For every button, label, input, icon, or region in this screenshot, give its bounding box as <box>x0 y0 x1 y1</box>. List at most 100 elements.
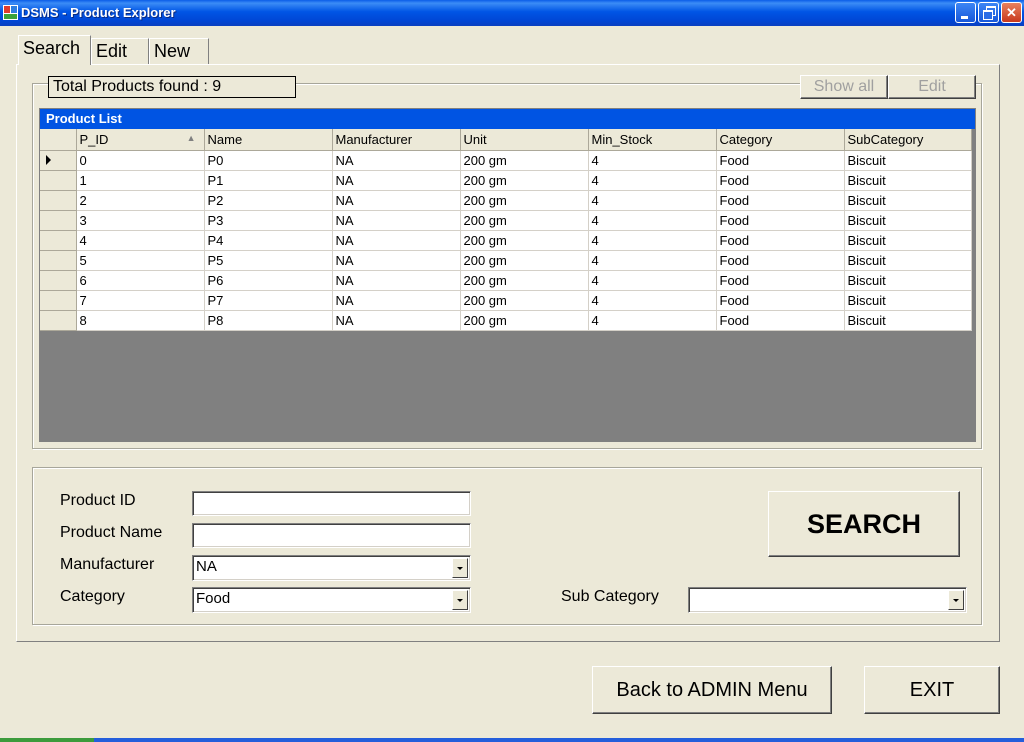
title-bar[interactable]: DSMS - Product Explorer ✕ <box>0 0 1024 26</box>
table-row[interactable]: 0 P0 NA 200 gm 4 Food Biscuit <box>40 150 972 171</box>
tab-search[interactable]: Search <box>18 35 91 65</box>
table-row[interactable]: 5 P5 NA 200 gm 4 Food Biscuit <box>40 250 972 271</box>
manufacturer-select[interactable]: NA <box>192 555 471 581</box>
dropdown-arrow-icon[interactable] <box>452 558 468 578</box>
column-header-manufacturer[interactable]: Manufacturer <box>332 129 461 151</box>
dropdown-arrow-icon[interactable] <box>948 590 964 610</box>
table-cell[interactable]: Biscuit <box>844 290 972 311</box>
table-cell[interactable]: NA <box>332 150 461 171</box>
app-icon[interactable] <box>3 5 18 20</box>
column-header-unit[interactable]: Unit <box>460 129 589 151</box>
table-cell[interactable]: 0 <box>76 150 205 171</box>
table-cell[interactable]: Biscuit <box>844 210 972 231</box>
table-cell[interactable]: 200 gm <box>460 290 589 311</box>
product-name-input[interactable] <box>192 523 471 548</box>
table-cell[interactable]: 3 <box>76 210 205 231</box>
subcategory-select[interactable] <box>688 587 967 613</box>
column-header-subcategory[interactable]: SubCategory <box>844 129 972 151</box>
table-cell[interactable]: 4 <box>588 290 717 311</box>
table-cell[interactable]: Food <box>716 170 845 191</box>
row-header[interactable] <box>40 150 77 171</box>
table-cell[interactable]: NA <box>332 210 461 231</box>
table-cell[interactable]: 4 <box>588 190 717 211</box>
table-cell[interactable]: Food <box>716 250 845 271</box>
column-header-name[interactable]: Name <box>204 129 333 151</box>
table-cell[interactable]: Food <box>716 150 845 171</box>
table-cell[interactable]: 4 <box>76 230 205 251</box>
table-cell[interactable]: P7 <box>204 290 333 311</box>
table-cell[interactable]: 200 gm <box>460 310 589 331</box>
table-cell[interactable]: 4 <box>588 310 717 331</box>
table-cell[interactable]: Biscuit <box>844 170 972 191</box>
tab-new[interactable]: New <box>149 38 209 64</box>
table-row[interactable]: 2 P2 NA 200 gm 4 Food Biscuit <box>40 190 972 211</box>
table-cell[interactable]: 200 gm <box>460 270 589 291</box>
table-cell[interactable]: NA <box>332 230 461 251</box>
row-header[interactable] <box>40 250 77 271</box>
row-header[interactable] <box>40 270 77 291</box>
table-cell[interactable]: 4 <box>588 150 717 171</box>
column-header-p-id[interactable]: P_ID ▲ <box>76 129 205 151</box>
close-button[interactable]: ✕ <box>1001 2 1022 23</box>
table-cell[interactable]: Food <box>716 210 845 231</box>
table-cell[interactable]: P2 <box>204 190 333 211</box>
show-all-button[interactable]: Show all <box>800 75 888 99</box>
table-cell[interactable]: Biscuit <box>844 150 972 171</box>
back-to-admin-button[interactable]: Back to ADMIN Menu <box>592 666 832 714</box>
table-cell[interactable]: 200 gm <box>460 210 589 231</box>
table-cell[interactable]: 4 <box>588 230 717 251</box>
table-row[interactable]: 8 P8 NA 200 gm 4 Food Biscuit <box>40 310 972 331</box>
table-cell[interactable]: P5 <box>204 250 333 271</box>
table-cell[interactable]: 200 gm <box>460 150 589 171</box>
table-cell[interactable]: P3 <box>204 210 333 231</box>
table-cell[interactable]: P6 <box>204 270 333 291</box>
table-cell[interactable]: 200 gm <box>460 190 589 211</box>
table-row[interactable]: 4 P4 NA 200 gm 4 Food Biscuit <box>40 230 972 251</box>
product-list-grid[interactable]: Product List P_ID ▲ Name Manufacturer Uni… <box>39 108 976 442</box>
table-cell[interactable]: Food <box>716 230 845 251</box>
row-header[interactable] <box>40 230 77 251</box>
table-cell[interactable]: P0 <box>204 150 333 171</box>
table-row[interactable]: 6 P6 NA 200 gm 4 Food Biscuit <box>40 270 972 291</box>
table-cell[interactable]: P8 <box>204 310 333 331</box>
table-cell[interactable]: 7 <box>76 290 205 311</box>
search-button[interactable]: SEARCH <box>768 491 960 557</box>
table-cell[interactable]: 200 gm <box>460 250 589 271</box>
row-header[interactable] <box>40 190 77 211</box>
table-cell[interactable]: Biscuit <box>844 190 972 211</box>
minimize-button[interactable] <box>955 2 976 23</box>
table-row[interactable]: 7 P7 NA 200 gm 4 Food Biscuit <box>40 290 972 311</box>
column-header-category[interactable]: Category <box>716 129 845 151</box>
table-row[interactable]: 3 P3 NA 200 gm 4 Food Biscuit <box>40 210 972 231</box>
table-cell[interactable]: Biscuit <box>844 310 972 331</box>
row-header[interactable] <box>40 210 77 231</box>
table-cell[interactable]: 200 gm <box>460 230 589 251</box>
column-header-min-stock[interactable]: Min_Stock <box>588 129 717 151</box>
table-cell[interactable]: 2 <box>76 190 205 211</box>
table-cell[interactable]: Food <box>716 290 845 311</box>
row-header[interactable] <box>40 290 77 311</box>
table-cell[interactable]: NA <box>332 270 461 291</box>
table-cell[interactable]: P1 <box>204 170 333 191</box>
table-cell[interactable]: 1 <box>76 170 205 191</box>
table-cell[interactable]: Food <box>716 310 845 331</box>
table-cell[interactable]: 4 <box>588 170 717 191</box>
table-cell[interactable]: NA <box>332 310 461 331</box>
edit-button[interactable]: Edit <box>888 75 976 99</box>
table-cell[interactable]: P4 <box>204 230 333 251</box>
table-cell[interactable]: 8 <box>76 310 205 331</box>
row-header[interactable] <box>40 170 77 191</box>
table-cell[interactable]: 200 gm <box>460 170 589 191</box>
table-cell[interactable]: 5 <box>76 250 205 271</box>
table-cell[interactable]: NA <box>332 290 461 311</box>
exit-button[interactable]: EXIT <box>864 666 1000 714</box>
table-cell[interactable]: NA <box>332 250 461 271</box>
table-cell[interactable]: Food <box>716 190 845 211</box>
table-cell[interactable]: Biscuit <box>844 270 972 291</box>
table-cell[interactable]: NA <box>332 170 461 191</box>
restore-button[interactable] <box>978 2 999 23</box>
row-header[interactable] <box>40 310 77 331</box>
table-cell[interactable]: 6 <box>76 270 205 291</box>
table-cell[interactable]: NA <box>332 190 461 211</box>
product-id-input[interactable] <box>192 491 471 516</box>
